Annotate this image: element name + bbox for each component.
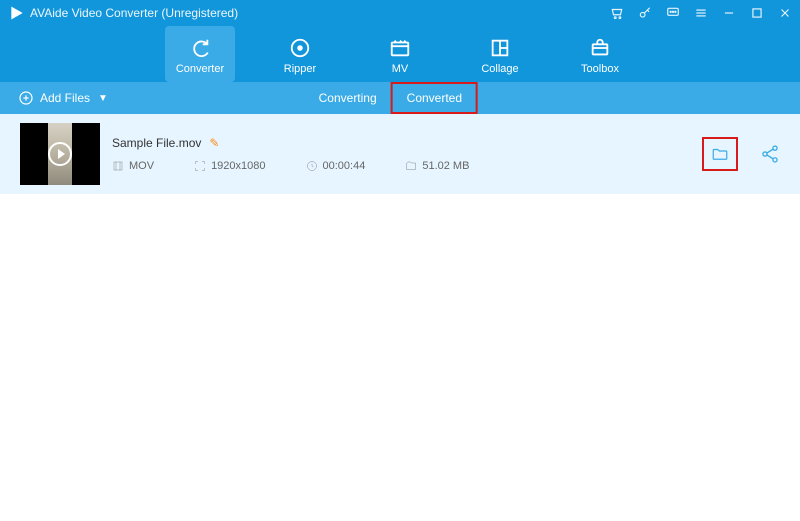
play-icon — [48, 142, 72, 166]
tab-converted[interactable]: Converted — [391, 82, 478, 114]
key-icon[interactable] — [638, 6, 652, 20]
meta-format: MOV — [112, 160, 154, 172]
film-icon — [112, 160, 124, 172]
nav-label: Collage — [481, 63, 518, 75]
feedback-icon[interactable] — [666, 6, 680, 20]
main-nav: Converter Ripper MV Collage Toolbox — [0, 26, 800, 82]
toolbox-icon — [589, 37, 611, 59]
share-icon — [760, 144, 780, 164]
meta-size: 51.02 MB — [405, 160, 469, 172]
mv-icon — [389, 37, 411, 59]
nav-converter[interactable]: Converter — [165, 26, 235, 82]
file-info: Sample File.mov ✎ MOV 1920x1080 00:00:44… — [112, 136, 690, 172]
cart-icon[interactable] — [610, 6, 624, 20]
empty-content-area — [0, 194, 800, 521]
menu-icon[interactable] — [694, 6, 708, 20]
nav-ripper[interactable]: Ripper — [265, 26, 335, 82]
open-folder-button[interactable] — [702, 137, 738, 171]
nav-toolbox[interactable]: Toolbox — [565, 26, 635, 82]
subbar: Add Files ▼ Converting Converted — [0, 82, 800, 114]
add-files-label: Add Files — [40, 91, 90, 105]
chevron-down-icon: ▼ — [98, 93, 108, 104]
status-tabs: Converting Converted — [305, 82, 478, 114]
nav-label: Ripper — [284, 63, 316, 75]
titlebar: AVAide Video Converter (Unregistered) — [0, 0, 800, 26]
file-name-row: Sample File.mov ✎ — [112, 136, 690, 150]
tab-converting[interactable]: Converting — [305, 82, 391, 114]
edit-icon[interactable]: ✎ — [209, 136, 219, 150]
meta-duration: 00:00:44 — [306, 160, 366, 172]
minimize-icon[interactable] — [722, 6, 736, 20]
meta-resolution: 1920x1080 — [194, 160, 265, 172]
app-logo-icon — [8, 5, 24, 21]
window-controls — [610, 6, 792, 20]
video-thumbnail[interactable] — [20, 123, 100, 185]
share-button[interactable] — [760, 144, 780, 164]
maximize-icon[interactable] — [750, 6, 764, 20]
row-actions — [702, 137, 780, 171]
collage-icon — [489, 37, 511, 59]
nav-collage[interactable]: Collage — [465, 26, 535, 82]
plus-circle-icon — [18, 90, 34, 106]
file-meta-row: MOV 1920x1080 00:00:44 51.02 MB — [112, 160, 690, 172]
file-row: Sample File.mov ✎ MOV 1920x1080 00:00:44… — [0, 114, 800, 194]
clock-icon — [306, 160, 318, 172]
nav-label: Toolbox — [581, 63, 619, 75]
app-title: AVAide Video Converter (Unregistered) — [30, 6, 610, 20]
nav-label: MV — [392, 63, 409, 75]
expand-icon — [194, 160, 206, 172]
converter-icon — [189, 37, 211, 59]
folder-small-icon — [405, 160, 417, 172]
folder-icon — [709, 145, 731, 163]
nav-label: Converter — [176, 63, 224, 75]
add-files-button[interactable]: Add Files ▼ — [18, 90, 108, 106]
ripper-icon — [289, 37, 311, 59]
nav-mv[interactable]: MV — [365, 26, 435, 82]
file-name: Sample File.mov — [112, 136, 201, 150]
close-icon[interactable] — [778, 6, 792, 20]
